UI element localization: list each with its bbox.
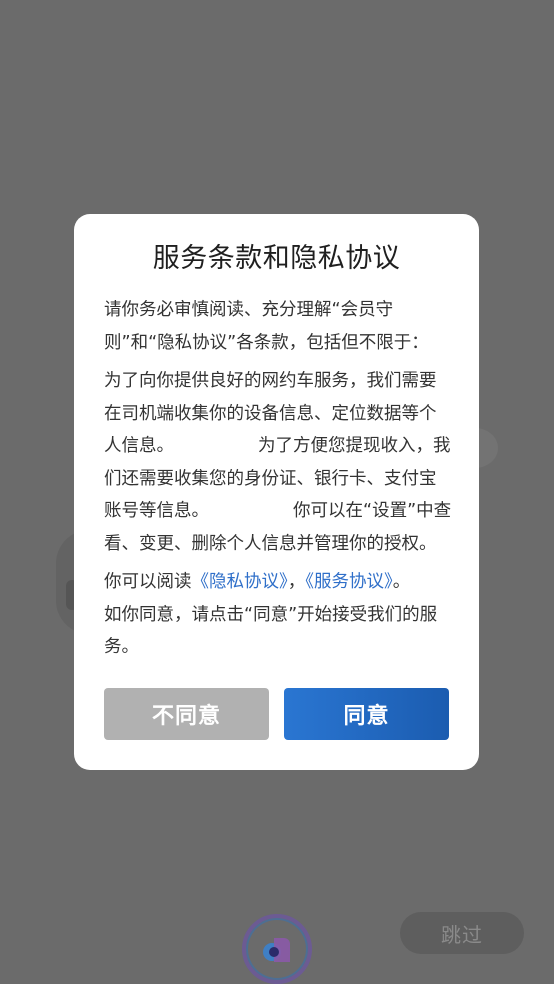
skip-button[interactable]: 跳过 — [400, 912, 524, 954]
scroll-fade — [104, 650, 452, 690]
disagree-button[interactable]: 不同意 — [104, 688, 269, 740]
period: 。 — [392, 572, 411, 592]
agreement-text: 你可以阅读《隐私协议》，《服务协议》。 如你同意，请点击“同意”开始接受我们的服… — [104, 566, 452, 664]
agree-button[interactable]: 同意 — [284, 688, 449, 740]
dialog-title: 服务条款和隐私协议 — [152, 243, 401, 274]
service-agreement-link[interactable]: 《服务协议》 — [305, 572, 393, 592]
dialog-body[interactable]: 请你务必审慎阅读、充分理解“会员守则”和“隐私协议”各条款，包括但不限于： 为了… — [104, 294, 452, 686]
read-prefix: 你可以阅读 — [104, 572, 192, 592]
app-logo-icon — [242, 914, 312, 984]
intro-text: 请你务必审慎阅读、充分理解“会员守则”和“隐私协议”各条款，包括但不限于： — [104, 300, 429, 353]
privacy-policy-link[interactable]: 《隐私协议》 — [192, 572, 288, 592]
privacy-dialog: 服务条款和隐私协议 请你务必审慎阅读、充分理解“会员守则”和“隐私协议”各条款，… — [74, 214, 479, 770]
info-collection-text: 为了向你提供良好的网约车服务，我们需要在司机端收集你的设备信息、定位数据等个人信… — [104, 365, 452, 560]
separator: ， — [287, 572, 306, 592]
